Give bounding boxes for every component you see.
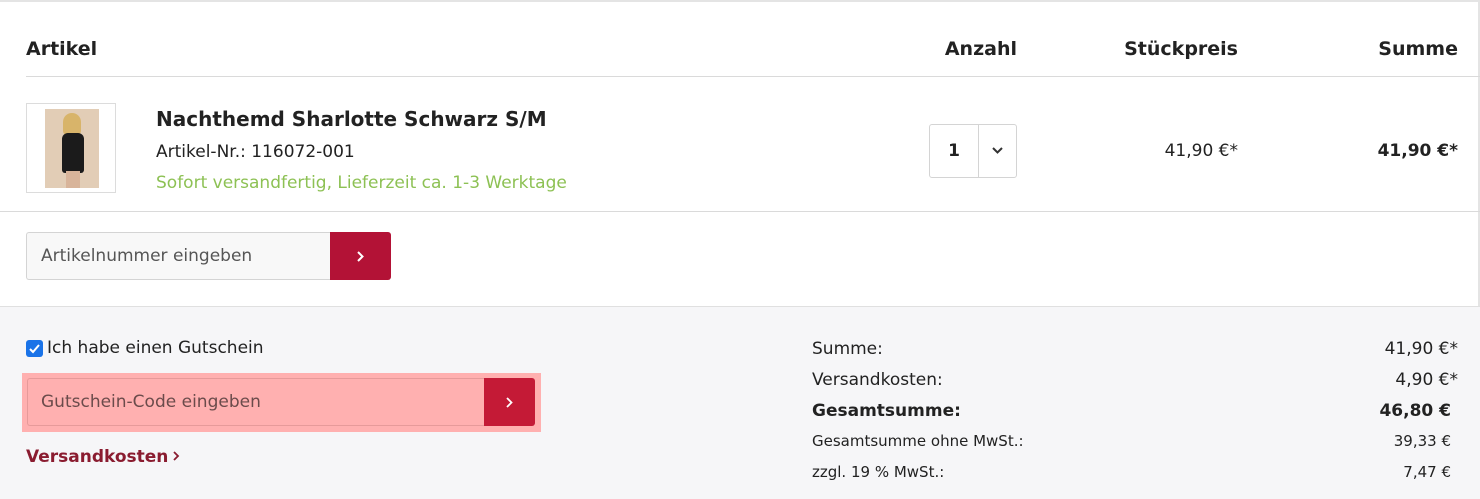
product-image-dress bbox=[62, 133, 84, 173]
product-image-legs bbox=[66, 171, 80, 188]
article-number-input[interactable]: Artikelnummer eingeben bbox=[26, 232, 332, 280]
quantity-select[interactable]: 1 bbox=[929, 124, 1017, 178]
row-divider bbox=[0, 211, 1480, 212]
quantity-value: 1 bbox=[948, 141, 960, 161]
summary-label-gesamtsumme: Gesamtsumme: bbox=[812, 401, 961, 421]
article-number-placeholder: Artikelnummer eingeben bbox=[41, 246, 253, 266]
voucher-code-placeholder: Gutschein-Code eingeben bbox=[41, 392, 261, 412]
summary-value-mwst: 7,47 € bbox=[1403, 463, 1451, 481]
chevron-right-icon bbox=[506, 397, 513, 408]
column-header-summe: Summe bbox=[1378, 38, 1458, 60]
column-header-anzahl: Anzahl bbox=[944, 38, 1017, 60]
summary-label-versandkosten: Versandkosten: bbox=[812, 370, 943, 390]
chevron-down-icon bbox=[992, 147, 1003, 154]
summary-label-mwst: zzgl. 19 % MwSt.: bbox=[812, 463, 945, 481]
header-divider bbox=[26, 76, 1480, 77]
product-article-number: Artikel-Nr.: 116072-001 bbox=[156, 142, 355, 162]
summary-label-netto: Gesamtsumme ohne MwSt.: bbox=[812, 432, 1024, 450]
shipping-costs-link[interactable]: Versandkosten bbox=[26, 447, 180, 467]
chevron-right-icon bbox=[173, 451, 180, 461]
check-icon bbox=[29, 344, 40, 354]
shipping-costs-link-label: Versandkosten bbox=[26, 447, 169, 467]
top-border bbox=[0, 0, 1480, 2]
column-header-stueckpreis: Stückpreis bbox=[1124, 38, 1238, 60]
unit-price: 41,90 €* bbox=[1164, 141, 1238, 161]
product-name[interactable]: Nachthemd Sharlotte Schwarz S/M bbox=[156, 107, 547, 131]
line-total: 41,90 €* bbox=[1377, 141, 1458, 161]
voucher-checkbox[interactable] bbox=[26, 340, 43, 357]
voucher-checkbox-label[interactable]: Ich habe einen Gutschein bbox=[47, 338, 264, 358]
voucher-submit-button[interactable] bbox=[484, 378, 535, 426]
product-delivery-status: Sofort versandfertig, Lieferzeit ca. 1-3… bbox=[156, 173, 567, 193]
column-header-artikel: Artikel bbox=[26, 38, 98, 60]
voucher-code-input[interactable]: Gutschein-Code eingeben bbox=[27, 378, 486, 426]
summary-value-versandkosten: 4,90 €* bbox=[1395, 370, 1458, 390]
product-thumbnail[interactable] bbox=[26, 103, 116, 193]
product-image bbox=[45, 109, 99, 188]
add-article-button[interactable] bbox=[330, 232, 391, 280]
quantity-dropdown-button[interactable] bbox=[979, 125, 1016, 177]
summary-value-summe: 41,90 €* bbox=[1384, 339, 1458, 359]
summary-value-gesamtsumme: 46,80 € bbox=[1379, 401, 1451, 421]
summary-label-summe: Summe: bbox=[812, 339, 883, 359]
summary-value-netto: 39,33 € bbox=[1393, 432, 1451, 450]
chevron-right-icon bbox=[357, 251, 364, 262]
product-image-hair bbox=[63, 113, 81, 135]
